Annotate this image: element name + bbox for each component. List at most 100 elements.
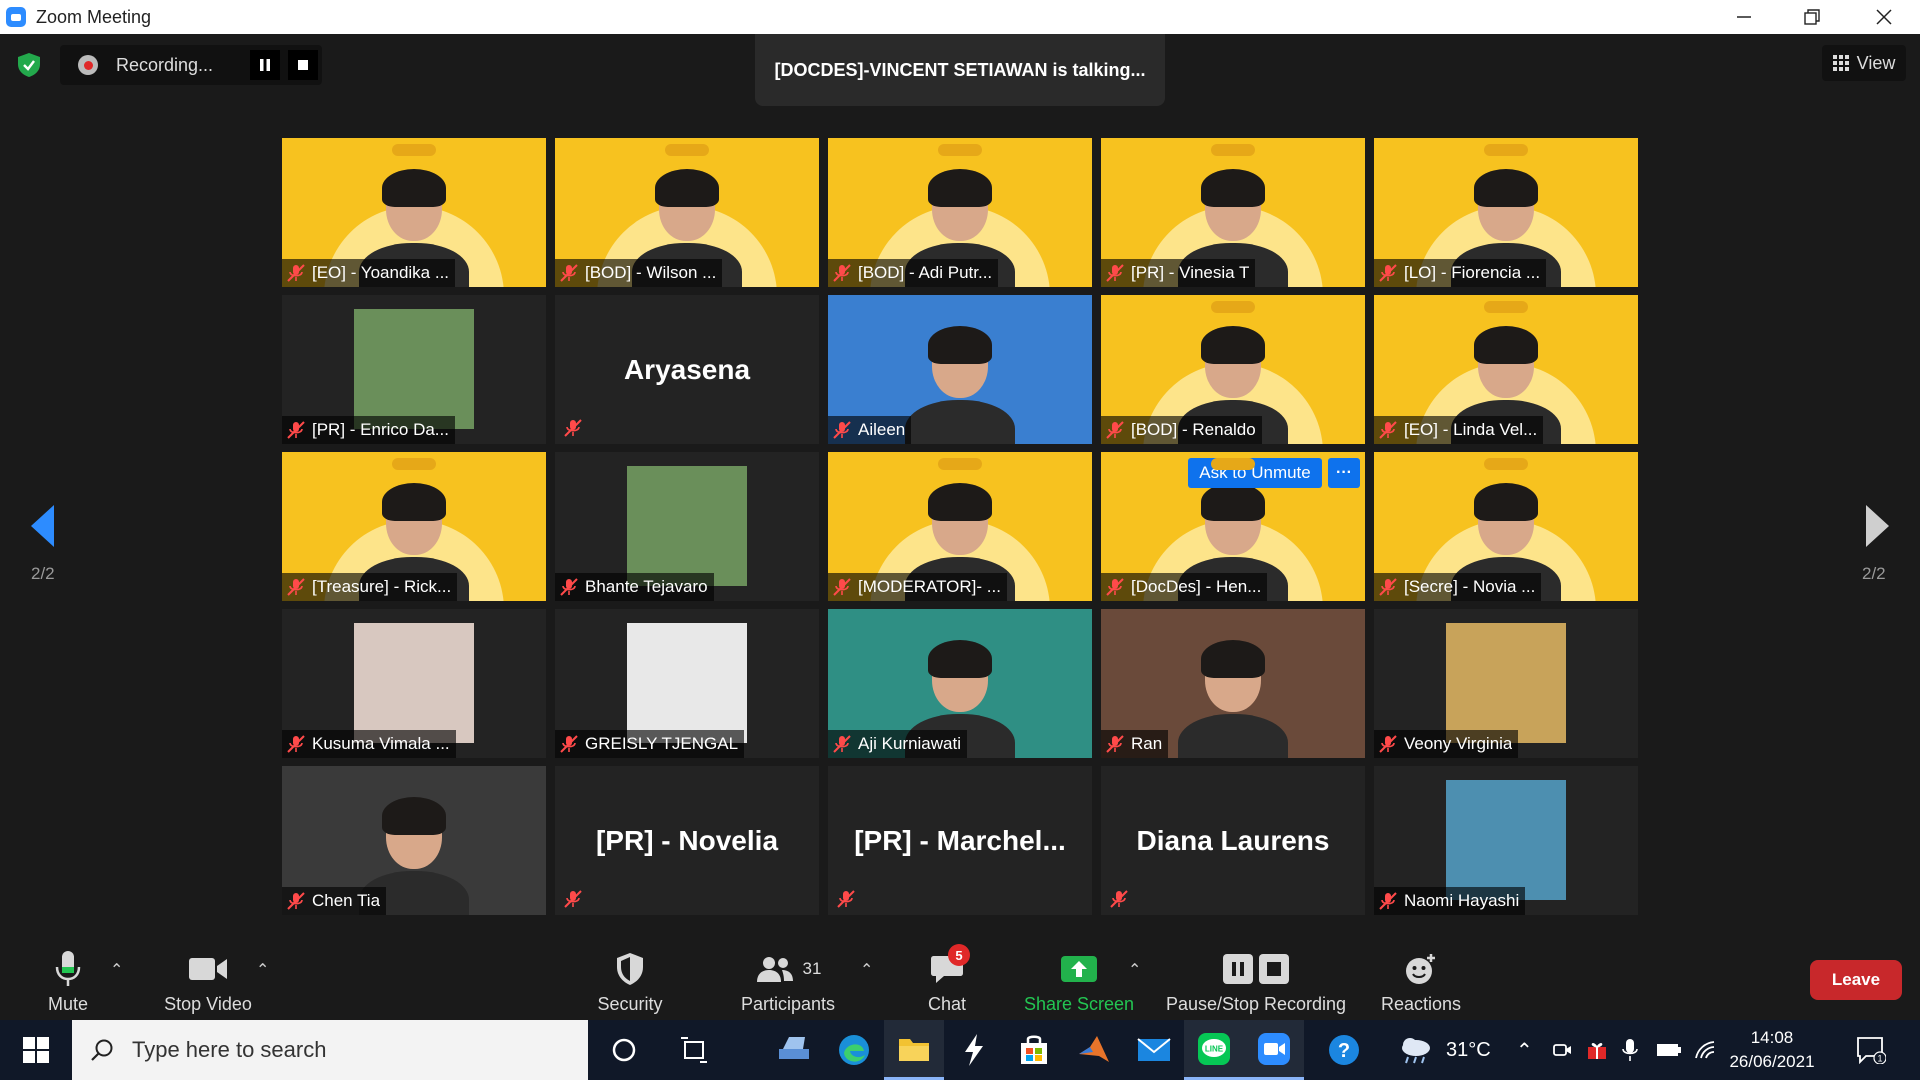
pause-recording-button[interactable] <box>250 50 280 80</box>
chat-unread-badge: 5 <box>948 944 970 966</box>
participant-tile[interactable]: [BOD] - Wilson ... <box>555 138 819 287</box>
muted-mic-icon <box>559 263 579 283</box>
weather-widget[interactable]: 31°C <box>1398 1020 1491 1080</box>
participant-tile[interactable]: Aileen <box>828 295 1092 444</box>
muted-mic-icon <box>286 891 306 911</box>
participant-tile[interactable]: Veony Virginia <box>1374 609 1638 758</box>
participant-tile[interactable]: Aryasena <box>555 295 819 444</box>
tray-meet-now-icon[interactable] <box>1552 1020 1572 1080</box>
participant-tile[interactable]: Chen Tia <box>282 766 546 915</box>
reactions-button[interactable]: Reactions <box>1376 948 1466 1015</box>
taskbar-clock[interactable]: 14:08 26/06/2021 <box>1722 1026 1822 1074</box>
svg-text:LINE: LINE <box>1205 1044 1224 1053</box>
participant-name: Aji Kurniawati <box>858 734 961 753</box>
taskbar-app-mail[interactable] <box>1124 1020 1184 1080</box>
tray-overflow-chevron-icon[interactable]: ⌃ <box>1516 1020 1533 1080</box>
action-center-button[interactable]: 1 <box>1856 1020 1886 1080</box>
previous-page-arrow-icon[interactable] <box>28 503 58 549</box>
profile-picture <box>354 309 474 429</box>
security-button[interactable]: Security <box>588 948 672 1015</box>
active-speaker-banner: [DOCDES]-VINCENT SETIAWAN is talking... <box>755 34 1165 106</box>
participant-tile[interactable]: Ran <box>1101 609 1365 758</box>
taskbar-app-matlab[interactable] <box>1064 1020 1124 1080</box>
participant-tile[interactable]: Aji Kurniawati <box>828 609 1092 758</box>
participant-display-name: Diana Laurens <box>1136 824 1330 856</box>
tray-battery-icon[interactable] <box>1656 1020 1682 1080</box>
participant-name-tag: [MODERATOR]- ... <box>828 573 1007 601</box>
participant-tile[interactable]: Naomi Hayashi <box>1374 766 1638 915</box>
video-options-chevron-icon[interactable]: ⌃ <box>256 960 269 980</box>
recording-label: Recording... <box>116 54 214 75</box>
audio-options-chevron-icon[interactable]: ⌃ <box>110 960 123 980</box>
share-options-chevron-icon[interactable]: ⌃ <box>1128 960 1141 980</box>
start-button[interactable] <box>0 1020 72 1080</box>
participant-tile[interactable]: [BOD] - Adi Putr... <box>828 138 1092 287</box>
leave-button[interactable]: Leave <box>1810 960 1902 1000</box>
participant-tile[interactable]: Diana Laurens <box>1101 766 1365 915</box>
restore-button[interactable] <box>1776 0 1848 34</box>
taskbar-app-bolt[interactable] <box>944 1020 1004 1080</box>
restore-icon <box>1804 9 1820 25</box>
task-view-button[interactable] <box>664 1020 724 1080</box>
participant-tile[interactable]: GREISLY TJENGAL <box>555 609 819 758</box>
participant-name: GREISLY TJENGAL <box>585 734 739 753</box>
view-button[interactable]: View <box>1822 45 1906 81</box>
participant-tile[interactable]: [EO] - Yoandika ... <box>282 138 546 287</box>
taskbar-app-zoom[interactable] <box>1244 1020 1304 1080</box>
participant-tile[interactable]: [EO] - Linda Vel... <box>1374 295 1638 444</box>
participant-tile[interactable]: [PR] - Vinesia T <box>1101 138 1365 287</box>
taskbar-app-line[interactable]: LINE <box>1184 1020 1244 1080</box>
participant-name: [BOD] - Adi Putr... <box>858 263 993 282</box>
participants-options-chevron-icon[interactable]: ⌃ <box>860 960 873 980</box>
participant-tile[interactable]: [PR] - Enrico Da... <box>282 295 546 444</box>
participant-tile[interactable]: [Treasure] - Rick... <box>282 452 546 601</box>
chat-button[interactable]: 5 Chat <box>910 944 984 1015</box>
tray-wifi-icon[interactable] <box>1694 1020 1716 1080</box>
profile-picture <box>627 623 747 743</box>
participant-name-tag: Aji Kurniawati <box>828 730 967 758</box>
participant-tile[interactable]: Kusuma Vimala ... <box>282 609 546 758</box>
muted-mic-icon <box>832 577 852 597</box>
minimize-button[interactable] <box>1708 0 1780 34</box>
cortana-button[interactable] <box>594 1020 654 1080</box>
participants-button[interactable]: 31 Participants <box>736 948 840 1015</box>
zoom-app-icon <box>1258 1032 1290 1065</box>
taskbar-app-edge[interactable] <box>824 1020 884 1080</box>
video-camera-icon <box>189 958 227 980</box>
stop-recording-button[interactable] <box>288 50 318 80</box>
participant-name-tag: Chen Tia <box>282 887 387 915</box>
tray-gift-icon[interactable] <box>1586 1020 1608 1080</box>
participant-tile[interactable]: [BOD] - Renaldo <box>1101 295 1365 444</box>
participant-tile[interactable]: [LO] - Fiorencia ... <box>1374 138 1638 287</box>
tray-microphone-icon[interactable] <box>1622 1020 1638 1080</box>
more-options-button[interactable]: ··· <box>1328 458 1360 488</box>
next-page-arrow-icon[interactable] <box>1862 503 1892 549</box>
taskbar-app-scanner[interactable] <box>764 1020 824 1080</box>
page-indicator-left: 2/2 <box>31 564 55 583</box>
participant-name: [PR] - Vinesia T <box>1131 263 1250 282</box>
participant-tile[interactable]: [DocDes] - Hen... Ask to Unmute ··· <box>1101 452 1365 601</box>
taskbar-app-store[interactable] <box>1004 1020 1064 1080</box>
muted-mic-icon <box>286 734 306 754</box>
participant-name: Aileen <box>858 420 906 439</box>
taskbar-search-box[interactable]: Type here to search <box>72 1020 588 1080</box>
participant-name: [BOD] - Wilson ... <box>585 263 717 282</box>
ask-to-unmute-button[interactable]: Ask to Unmute <box>1188 458 1322 488</box>
security-label: Security <box>597 994 663 1014</box>
participant-tile[interactable]: [Secre] - Novia ... <box>1374 452 1638 601</box>
stop-video-button[interactable]: Stop Video <box>156 948 260 1015</box>
participant-tile[interactable]: Bhante Tejavaro <box>555 452 819 601</box>
pause-stop-recording-label: Pause/Stop Recording <box>1165 994 1347 1014</box>
participant-name: [DocDes] - Hen... <box>1131 577 1262 596</box>
share-screen-button[interactable]: Share Screen <box>1022 948 1136 1015</box>
participant-tile[interactable]: [PR] - Marchel... <box>828 766 1092 915</box>
mute-button[interactable]: Mute <box>36 948 100 1015</box>
taskbar-app-help[interactable]: ? <box>1314 1020 1374 1080</box>
participant-tile[interactable]: [MODERATOR]- ... <box>828 452 1092 601</box>
close-button[interactable] <box>1848 0 1920 34</box>
taskbar-app-file-explorer[interactable] <box>884 1020 944 1080</box>
participant-name-tag: GREISLY TJENGAL <box>555 730 745 758</box>
participant-tile[interactable]: [PR] - Novelia <box>555 766 819 915</box>
encryption-shield-icon[interactable] <box>16 52 42 78</box>
pause-stop-recording-button[interactable]: Pause/Stop Recording <box>1164 948 1348 1015</box>
